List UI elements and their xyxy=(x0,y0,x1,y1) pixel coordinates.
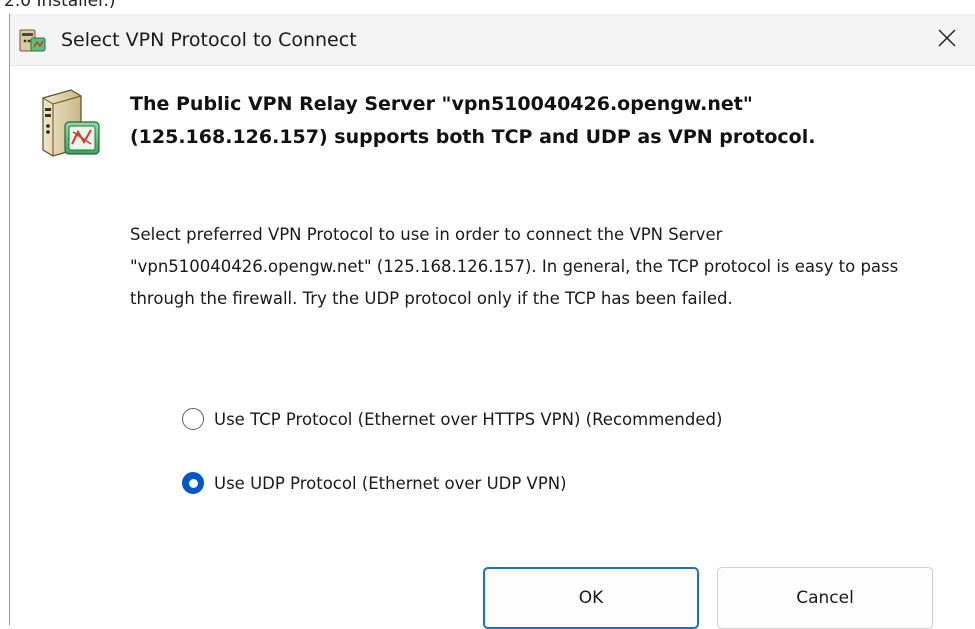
dialog-description: Select preferred VPN Protocol to use in … xyxy=(130,225,899,308)
tcp-protocol-option[interactable]: Use TCP Protocol (Ethernet over HTTPS VP… xyxy=(182,404,722,434)
window-title: Select VPN Protocol to Connect xyxy=(61,29,357,51)
cancel-button[interactable]: Cancel xyxy=(717,567,933,629)
tcp-radio-button[interactable] xyxy=(182,408,204,430)
vpn-protocol-dialog: Select VPN Protocol to Connect The Publi… xyxy=(9,14,975,629)
background-window-fragment: 2.0 Installer.) xyxy=(0,0,975,14)
udp-protocol-option[interactable]: Use UDP Protocol (Ethernet over UDP VPN) xyxy=(182,468,567,498)
tcp-option-label[interactable]: Use TCP Protocol (Ethernet over HTTPS VP… xyxy=(214,410,722,429)
dialog-headline: The Public VPN Relay Server "vpn51004042… xyxy=(130,93,816,148)
ok-button[interactable]: OK xyxy=(483,567,699,629)
vpn-server-icon xyxy=(19,27,47,53)
close-icon xyxy=(937,28,957,52)
close-button[interactable] xyxy=(918,14,975,65)
title-bar: Select VPN Protocol to Connect xyxy=(10,14,975,66)
vpn-server-icon xyxy=(35,86,103,158)
udp-radio-button[interactable] xyxy=(182,472,204,494)
udp-option-label[interactable]: Use UDP Protocol (Ethernet over UDP VPN) xyxy=(214,474,567,493)
background-text: 2.0 Installer.) xyxy=(4,0,116,11)
